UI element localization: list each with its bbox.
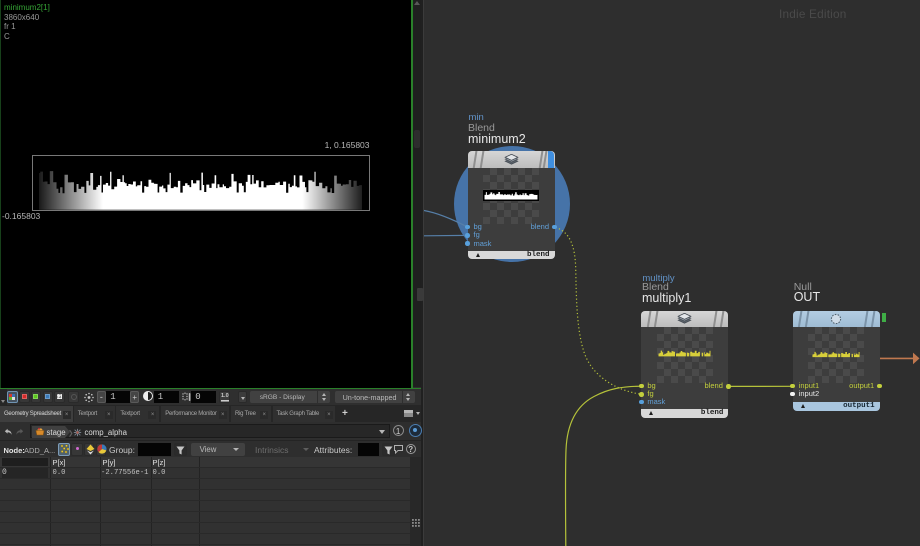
svg-text:1, 0.165803: 1, 0.165803 xyxy=(325,140,370,150)
svg-text:-0.165803: -0.165803 xyxy=(2,211,41,221)
